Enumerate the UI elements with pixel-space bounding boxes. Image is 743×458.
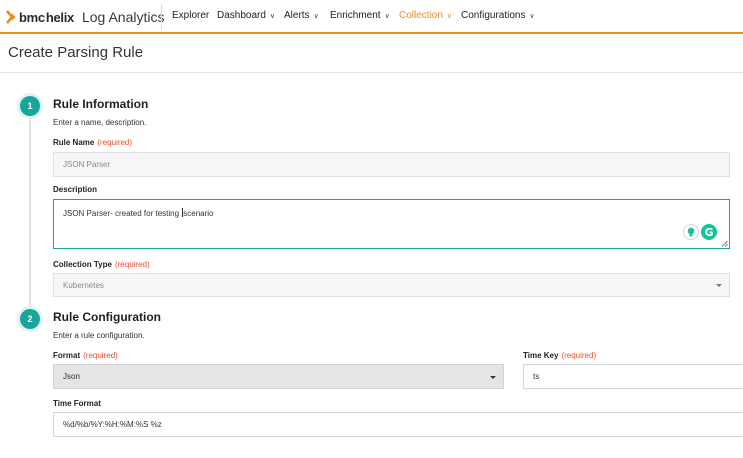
nav-item-label: Alerts	[284, 10, 310, 21]
nav-item-label: Explorer	[172, 10, 210, 21]
chevron-down-icon: ∨	[446, 12, 453, 20]
description-text-after-cursor: scenario	[183, 209, 214, 218]
description-value: JSON Parser- created for testing scenari…	[63, 208, 214, 218]
description-label: Description	[53, 185, 98, 194]
collection-type-label: Collection Type (required)	[53, 260, 150, 269]
step-1-subtitle: Enter a name, description.	[53, 118, 147, 127]
collection-type-value: Kubernetes	[63, 280, 104, 290]
chevron-down-icon: ∨	[529, 12, 535, 20]
brand-bmc-text: bmc	[19, 9, 45, 25]
format-label: Format (required)	[53, 351, 118, 360]
nav-item-alerts[interactable]: Alerts ∨	[284, 10, 319, 21]
format-select[interactable]: Json	[53, 364, 504, 389]
select-caret-icon	[716, 284, 722, 287]
time-key-label-text: Time Key	[523, 351, 559, 360]
required-marker: (required)	[97, 138, 133, 147]
time-key-input[interactable]: ts	[523, 364, 743, 389]
time-format-label: Time Format	[53, 399, 101, 408]
nav-item-explorer[interactable]: Explorer	[172, 10, 209, 21]
step-1-indicator: 1	[20, 96, 40, 116]
time-format-value: %d/%b/%Y:%H:%M:%S %z	[63, 420, 162, 429]
nav-item-label: Configurations	[461, 10, 526, 21]
nav-item-collection[interactable]: Collection ∨	[399, 10, 452, 21]
collection-type-label-text: Collection Type	[53, 260, 112, 269]
rule-name-input[interactable]: JSON Parser	[53, 152, 730, 177]
format-value: Json	[63, 372, 80, 381]
title-divider	[0, 72, 743, 73]
rule-name-label-text: Rule Name	[53, 138, 95, 147]
collection-type-select[interactable]: Kubernetes	[53, 273, 730, 297]
bmc-logo-icon	[6, 10, 16, 24]
chevron-down-icon: ∨	[269, 12, 276, 20]
time-key-value: ts	[533, 372, 540, 381]
lightbulb-icon[interactable]	[683, 224, 699, 240]
brand-logo[interactable]: bmc helix Log Analytics	[6, 8, 164, 26]
nav-item-dashboard[interactable]: Dashboard ∨	[217, 10, 275, 21]
nav-item-label: Dashboard	[217, 10, 266, 21]
step-2-subtitle: Enter a rule configuration.	[53, 331, 145, 340]
resize-grip-icon[interactable]	[721, 240, 728, 247]
format-label-text: Format	[53, 351, 81, 360]
writing-assistant-icons: G	[683, 224, 717, 240]
app-name: Log Analytics	[81, 9, 165, 25]
nav-divider	[161, 4, 162, 30]
page-title: Create Parsing Rule	[8, 44, 144, 61]
top-navigation-bar: bmc helix Log Analytics Explorer Dashboa…	[0, 0, 743, 34]
chevron-down-icon: ∨	[384, 12, 390, 20]
step-2-title: Rule Configuration	[53, 310, 161, 324]
stepper-connector	[29, 115, 31, 311]
nav-item-configurations[interactable]: Configurations ∨	[461, 10, 535, 21]
step-2-indicator: 2	[20, 309, 40, 329]
required-marker: (required)	[561, 351, 597, 360]
required-marker: (required)	[114, 260, 150, 269]
nav-item-label: Collection	[399, 10, 443, 21]
rule-name-value: JSON Parser	[63, 160, 111, 169]
chevron-down-icon: ∨	[313, 12, 319, 20]
brand-helix-text: helix	[45, 9, 74, 25]
description-textarea[interactable]: JSON Parser- created for testing scenari…	[53, 199, 730, 249]
nav-item-enrichment[interactable]: Enrichment ∨	[330, 10, 390, 21]
description-text-before-cursor: JSON Parser- created for testing	[63, 209, 182, 218]
time-format-input[interactable]: %d/%b/%Y:%H:%M:%S %z	[53, 412, 743, 437]
select-caret-icon	[490, 375, 496, 379]
nav-item-label: Enrichment	[330, 10, 381, 21]
rule-name-label: Rule Name (required)	[53, 138, 132, 147]
required-marker: (required)	[83, 351, 118, 360]
time-key-label: Time Key (required)	[523, 351, 596, 360]
grammarly-icon[interactable]: G	[701, 224, 717, 240]
step-1-title: Rule Information	[53, 97, 149, 111]
